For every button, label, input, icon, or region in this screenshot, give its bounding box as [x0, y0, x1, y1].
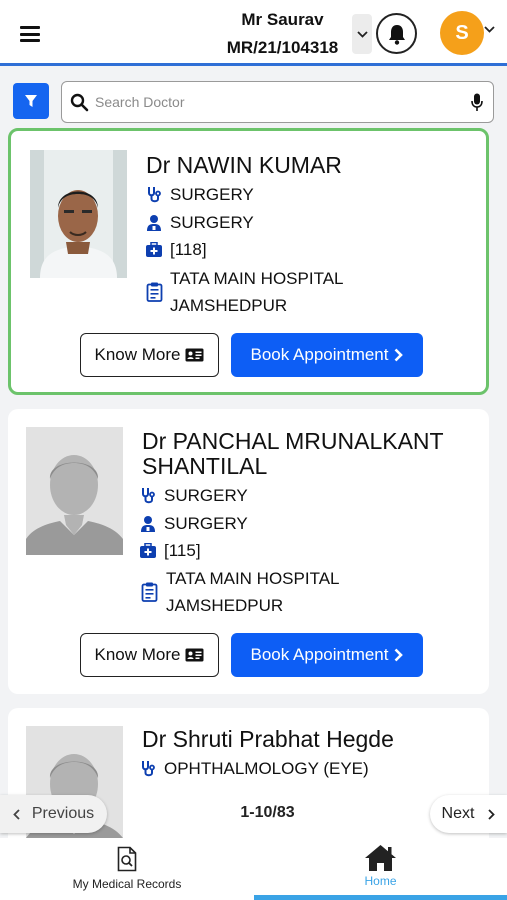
hospital-name: TATA MAIN HOSPITAL JAMSHEDPUR — [166, 565, 340, 619]
nav-label-records: My Medical Records — [72, 877, 182, 891]
document-search-icon — [117, 846, 137, 872]
book-appointment-label: Book Appointment — [250, 345, 389, 364]
bottom-navigation: My Medical Records Home — [0, 838, 507, 900]
stethoscope-icon — [141, 761, 155, 777]
app-header: Mr Saurav MR/21/104318 S — [0, 0, 507, 66]
search-icon — [70, 93, 89, 112]
nav-tab-home[interactable]: Home — [254, 838, 507, 900]
hospital-line-2: JAMSHEDPUR — [170, 296, 288, 315]
search-input[interactable] — [95, 88, 455, 116]
chevron-left-icon — [13, 808, 20, 820]
chevron-right-icon — [395, 348, 404, 362]
clipboard-icon — [141, 582, 158, 602]
filter-button[interactable] — [13, 83, 49, 119]
avatar[interactable]: S — [440, 11, 484, 55]
doctor-card[interactable]: Dr PANCHAL MRUNALKANT SHANTILAL SURGERY … — [8, 409, 489, 694]
page-info: 1-10/83 — [240, 804, 295, 821]
home-icon — [365, 845, 396, 871]
medical-kit-icon — [146, 242, 162, 257]
hospital-name: TATA MAIN HOSPITAL JAMSHEDPUR — [170, 265, 344, 319]
next-button[interactable]: Next — [430, 795, 507, 833]
bell-icon — [388, 24, 405, 45]
doctor-icon — [147, 215, 161, 231]
hospital-line-1: TATA MAIN HOSPITAL — [166, 569, 340, 588]
filter-icon — [25, 95, 37, 107]
know-more-button[interactable]: Know More — [80, 333, 219, 377]
know-more-label: Know More — [94, 645, 181, 664]
medical-kit-icon — [140, 543, 156, 558]
book-appointment-button[interactable]: Book Appointment — [231, 333, 423, 377]
next-label: Next — [441, 805, 475, 822]
chevron-down-icon — [356, 30, 368, 38]
doctor-card[interactable]: Dr NAWIN KUMAR SURGERY SURGERY [118] TAT… — [8, 128, 489, 395]
user-switch-dropdown[interactable] — [352, 14, 372, 54]
know-more-label: Know More — [94, 345, 181, 364]
doctor-name-line-2: SHANTILAL — [142, 453, 268, 479]
doctor-room: [118] — [145, 240, 207, 260]
clipboard-icon — [146, 282, 163, 302]
book-appointment-label: Book Appointment — [250, 645, 389, 664]
nav-label-home: Home — [364, 874, 397, 888]
specialty-text: OPHTHALMOLOGY (EYE) — [164, 759, 369, 778]
doctor-name: Dr Shruti Prabhat Hegde — [142, 726, 394, 752]
doctor-specialty: OPHTHALMOLOGY (EYE) — [139, 759, 369, 779]
previous-button[interactable]: Previous — [0, 795, 107, 833]
doctor-photo — [30, 150, 127, 278]
notifications-button[interactable] — [376, 13, 417, 54]
doctor-name-line-1: Dr PANCHAL MRUNALKANT — [142, 428, 444, 454]
user-name: Mr Saurav — [241, 10, 324, 29]
doctor-room: [115] — [139, 541, 201, 561]
doctor-specialty: SURGERY — [145, 185, 254, 205]
user-id: MR/21/104318 — [226, 38, 339, 57]
chevron-right-icon — [395, 648, 404, 662]
stethoscope-icon — [147, 187, 161, 203]
specialty-text: SURGERY — [164, 486, 248, 505]
doctor-name: Dr PANCHAL MRUNALKANT SHANTILAL — [142, 429, 444, 479]
room-text: [115] — [164, 541, 201, 560]
chevron-down-icon[interactable] — [484, 26, 495, 33]
doctor-icon — [141, 516, 155, 532]
department-text: SURGERY — [170, 213, 254, 232]
hamburger-icon[interactable] — [20, 26, 40, 42]
hospital-line-2: JAMSHEDPUR — [166, 596, 284, 615]
doctor-department: SURGERY — [139, 514, 248, 534]
doctor-department: SURGERY — [145, 213, 254, 233]
search-bar — [61, 81, 494, 123]
id-card-icon — [185, 648, 204, 662]
hospital-line-1: TATA MAIN HOSPITAL — [170, 269, 344, 288]
stethoscope-icon — [141, 488, 155, 504]
doctor-specialty: SURGERY — [139, 486, 248, 506]
doctor-photo-placeholder — [26, 427, 123, 555]
id-card-icon — [185, 348, 204, 362]
specialty-text: SURGERY — [170, 185, 254, 204]
book-appointment-button[interactable]: Book Appointment — [231, 633, 423, 677]
previous-label: Previous — [31, 805, 95, 822]
doctor-name: Dr NAWIN KUMAR — [146, 152, 342, 178]
mic-icon[interactable] — [471, 93, 483, 112]
pagination-bar: Previous 1-10/83 Next — [0, 792, 507, 836]
chevron-right-icon — [488, 808, 496, 820]
department-text: SURGERY — [164, 514, 248, 533]
room-text: [118] — [170, 240, 207, 259]
know-more-button[interactable]: Know More — [80, 633, 219, 677]
nav-tab-my-medical-records[interactable]: My Medical Records — [0, 838, 254, 900]
active-tab-indicator — [254, 895, 507, 900]
